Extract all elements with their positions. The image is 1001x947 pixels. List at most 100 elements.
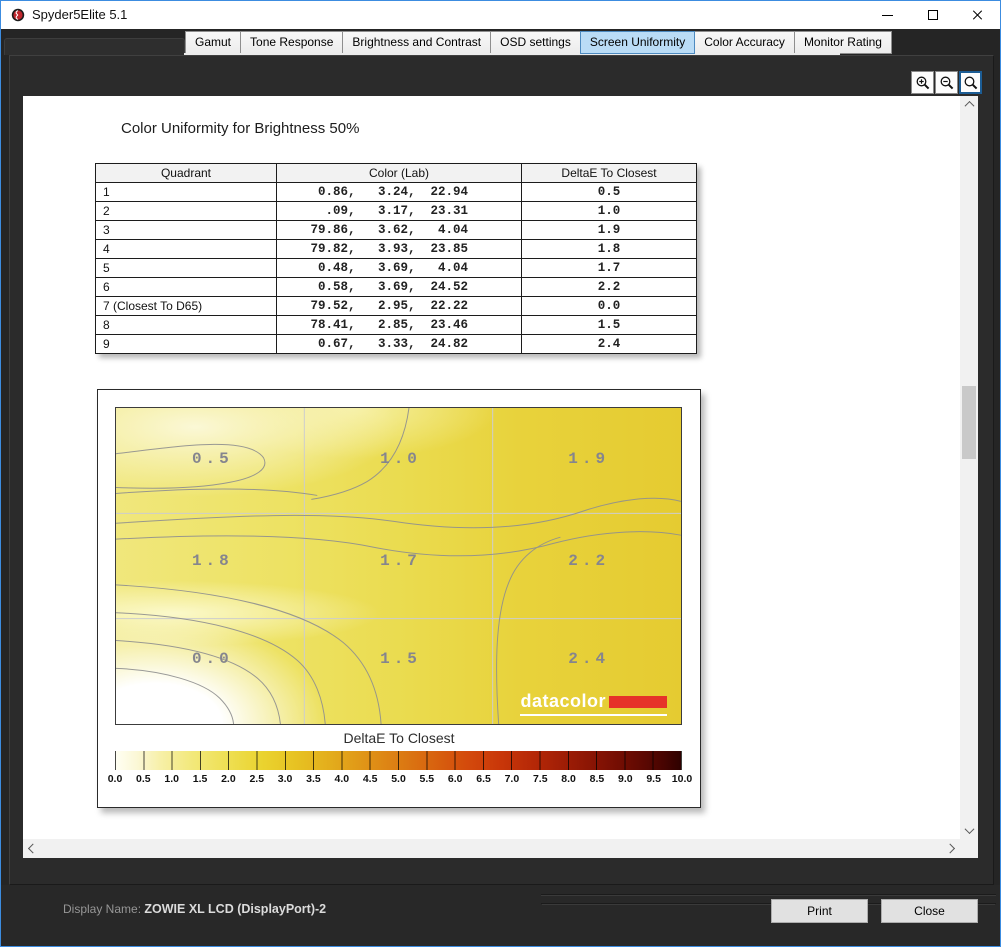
tab-osd-settings[interactable]: OSD settings [490, 31, 581, 54]
quadrant-cell: 7 (Closest To D65) [95, 296, 277, 316]
table-row: 4 79.82, 3.93, 23.85 1.8 [95, 239, 697, 259]
quadrant-cell: 6 [95, 277, 277, 297]
tick-label: 8.0 [561, 773, 576, 785]
zoom-out-button[interactable] [935, 71, 958, 94]
map-value-label: 2.4 [568, 650, 610, 669]
tick-label: 2.0 [221, 773, 236, 785]
vertical-scrollbar-thumb[interactable] [962, 386, 976, 459]
lab-cell: 79.52, 2.95, 22.22 [276, 296, 522, 316]
map-value-label: 1.7 [380, 552, 421, 571]
zoom-toolbar [911, 71, 982, 94]
chevron-right-icon [945, 843, 956, 854]
zoom-tool-button[interactable] [959, 71, 982, 94]
tick-label: 2.5 [249, 773, 265, 785]
lab-cell: 0.48, 3.69, 4.04 [276, 258, 522, 278]
table-row: 8 78.41, 2.85, 23.46 1.5 [95, 315, 697, 335]
tick-label: 6.0 [447, 773, 463, 785]
tick-label: 1.0 [164, 773, 179, 785]
lab-cell: 0.58, 3.69, 24.52 [276, 277, 522, 297]
map-value-label: 1.5 [380, 650, 421, 669]
quadrant-cell: 3 [95, 220, 277, 240]
quadrant-cell: 9 [95, 334, 277, 354]
delta-e-cell: 1.0 [521, 201, 697, 221]
close-window-button[interactable] [955, 1, 1000, 29]
delta-e-cell: 1.9 [521, 220, 697, 240]
window-title: Spyder5Elite 5.1 [32, 7, 128, 22]
header-color-lab: Color (Lab) [276, 163, 522, 183]
table-row: 9 0.67, 3.33, 24.82 2.4 [95, 334, 697, 354]
maximize-button[interactable] [910, 1, 955, 29]
tick-label: 0.0 [107, 773, 123, 785]
app-window: Spyder5Elite 5.1 Gamut Tone Response Bri… [0, 0, 1001, 947]
table-row: 3 79.86, 3.62, 4.04 1.9 [95, 220, 697, 240]
minimize-icon [882, 14, 893, 16]
quadrant-cell: 5 [95, 258, 277, 278]
tab-gamut[interactable]: Gamut [185, 31, 242, 54]
header-delta-e: DeltaE To Closest [521, 163, 697, 183]
tick-label: 5.0 [391, 773, 406, 785]
tick-label: 3.5 [306, 773, 321, 785]
title-bar: Spyder5Elite 5.1 [1, 1, 1000, 29]
delta-e-cell: 0.0 [521, 296, 697, 316]
scroll-down-button[interactable] [960, 822, 978, 839]
delta-e-cell: 1.5 [521, 315, 697, 335]
map-value-label: 0.5 [191, 449, 233, 468]
tick-label: 7.5 [532, 773, 548, 785]
report-canvas: Color Uniformity for Brightness 50% Quad… [23, 96, 960, 839]
delta-e-cell: 2.4 [521, 334, 697, 354]
tab-brightness-and-contrast[interactable]: Brightness and Contrast [342, 31, 492, 54]
tick-label: 5.5 [419, 773, 435, 785]
close-button[interactable]: Close [881, 899, 978, 923]
lab-cell: 79.82, 3.93, 23.85 [276, 239, 522, 259]
tick-label: 6.5 [476, 773, 491, 785]
tab-monitor-rating[interactable]: Monitor Rating [793, 31, 892, 54]
delta-e-cell: 0.5 [521, 182, 697, 202]
zoom-in-button[interactable] [911, 71, 934, 94]
map-value-label: 1.9 [568, 449, 610, 468]
zoom-in-icon [916, 76, 929, 89]
lab-cell: 78.41, 2.85, 23.46 [276, 315, 522, 335]
display-name-value: ZOWIE XL LCD (DisplayPort)-2 [144, 902, 327, 916]
uniformity-contour-map: 0.5 1.0 1.9 1.8 1.7 2.2 0.0 1.5 2.4 data… [115, 407, 682, 725]
tab-screen-uniformity[interactable]: Screen Uniformity [579, 31, 696, 54]
uniformity-map-card: 0.5 1.0 1.9 1.8 1.7 2.2 0.0 1.5 2.4 data… [97, 389, 701, 808]
tabstrip-empty-area [4, 38, 185, 55]
datacolor-logo-red-bar [609, 695, 667, 708]
table-row: 7 (Closest To D65) 79.52, 2.95, 22.22 0.… [95, 296, 697, 316]
delta-e-cell: 1.7 [521, 258, 697, 278]
scroll-left-button[interactable] [23, 839, 40, 858]
tab-tone-response[interactable]: Tone Response [240, 31, 344, 54]
delta-e-cell: 2.2 [521, 277, 697, 297]
tick-label: 7.0 [504, 773, 520, 785]
quadrant-cell: 1 [95, 182, 277, 202]
tick-label: 10.0 [671, 773, 693, 785]
vertical-scrollbar[interactable] [960, 96, 978, 839]
lab-cell: .09, 3.17, 23.31 [276, 201, 522, 221]
map-value-label: 2.2 [568, 552, 610, 571]
horizontal-scrollbar[interactable] [23, 839, 960, 858]
uniformity-table: Quadrant Color (Lab) DeltaE To Closest 1… [95, 163, 697, 354]
spyder-logo-icon [11, 8, 25, 22]
tick-label: 0.5 [136, 773, 151, 785]
tick-label: 3.0 [277, 773, 293, 785]
tick-label: 9.5 [646, 773, 661, 785]
quadrant-cell: 2 [95, 201, 277, 221]
print-button[interactable]: Print [771, 899, 868, 923]
display-name-label: Display Name: [63, 902, 142, 916]
map-value-label: 1.8 [191, 552, 233, 571]
tick-label: 1.5 [192, 773, 208, 785]
zoom-out-icon [940, 76, 953, 89]
scroll-right-button[interactable] [943, 839, 960, 858]
maximize-icon [927, 10, 938, 20]
status-bar: Display Name: ZOWIE XL LCD (DisplayPort)… [1, 885, 1000, 946]
header-quadrant: Quadrant [95, 163, 277, 183]
minimize-button[interactable] [865, 1, 910, 29]
scroll-up-button[interactable] [960, 96, 978, 113]
tick-label: 9.0 [617, 773, 633, 785]
display-name-status: Display Name: ZOWIE XL LCD (DisplayPort)… [63, 902, 326, 916]
colorbar-gradient [115, 751, 682, 770]
tick-label: 4.0 [334, 773, 350, 785]
lab-cell: 0.86, 3.24, 22.94 [276, 182, 522, 202]
tab-color-accuracy[interactable]: Color Accuracy [694, 31, 795, 54]
table-header-row: Quadrant Color (Lab) DeltaE To Closest [95, 163, 697, 183]
